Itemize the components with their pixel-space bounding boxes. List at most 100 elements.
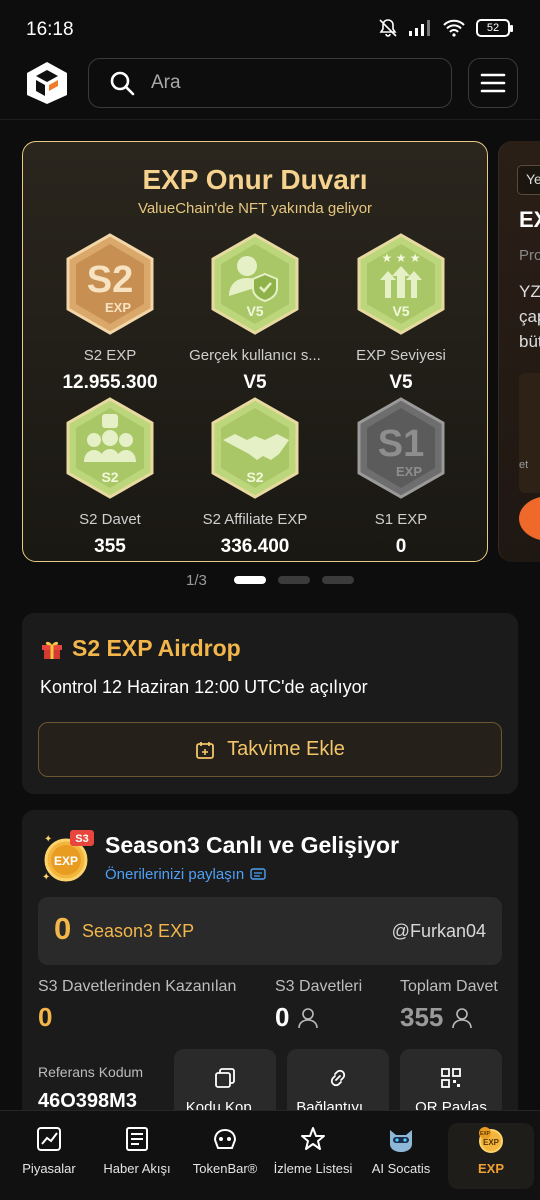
season-exp-label: Season3 EXP [82, 921, 195, 941]
pager-label: 1/3 [186, 572, 207, 589]
tab-label: AI Socatis [371, 1161, 431, 1176]
badge-value: 12.955.300 [62, 372, 158, 393]
peek-chip: Ye [517, 165, 540, 195]
tokenbar-icon [213, 1128, 237, 1149]
tab-exp[interactable]: EXP EXP EXP [448, 1123, 534, 1189]
s1-exp-badge-icon: S1 EXP [357, 397, 445, 499]
share-suggestions-link[interactable]: Önerilerinizi paylaşın [105, 866, 266, 883]
exp-level-badge-icon: ★ ★ ★ V5 [357, 233, 445, 335]
stat-value[interactable]: 355 [400, 1002, 473, 1033]
signal-icon [409, 20, 430, 36]
badge-hex-sub: EXP [396, 464, 422, 479]
peek-line: çap [519, 307, 540, 326]
tab-label: EXP [477, 1161, 504, 1176]
tab-tokenbar[interactable]: TokenBar® [180, 1123, 270, 1189]
peek-line: büt [519, 332, 540, 351]
badge-exp-level[interactable]: ★ ★ ★ V5 EXP Seviyesi V5 [328, 232, 474, 394]
wifi-icon [443, 19, 465, 37]
stat-label: S3 Davetleri [275, 978, 363, 995]
star-icon [301, 1127, 325, 1150]
peek-panel: et [519, 373, 540, 493]
feedback-icon [250, 867, 266, 880]
carousel-pager: 1/3 [0, 570, 540, 590]
user-icon [298, 1007, 319, 1028]
badge-label: S2 EXP [83, 347, 137, 364]
peek-small: et [519, 459, 529, 471]
badge-hex-text: S2 [101, 469, 118, 485]
chart-icon [37, 1127, 61, 1151]
s2-exp-badge-icon: S2 EXP [66, 233, 154, 335]
honor-wall-card[interactable]: EXP Onur Duvarı ValueChain'de NFT yakınd… [22, 141, 488, 562]
stat-label: S3 Davetlerinden Kazanılan [38, 978, 237, 995]
next-card-peek[interactable]: Ye EX Pro YZ çap büt et [498, 141, 540, 562]
add-to-calendar-button[interactable]: Takvime Ekle [38, 722, 502, 777]
tab-label: TokenBar® [192, 1161, 258, 1176]
badge-hex-text: V5 [246, 303, 263, 319]
status-icons: 52 [378, 18, 513, 38]
badge-hex-text: S2 [246, 469, 263, 485]
copy-icon [215, 1068, 235, 1088]
badge-label: S1 EXP [374, 511, 428, 528]
tab-news-feed[interactable]: Haber Akışı [92, 1123, 182, 1189]
tab-label: İzleme Listesi [273, 1161, 353, 1176]
stat-value[interactable]: 0 [275, 1002, 319, 1033]
badge-hex-text: S1 [378, 423, 424, 465]
badge-s2-exp[interactable]: S2 EXP S2 EXP 12.955.300 [37, 232, 183, 394]
svg-text:✦: ✦ [42, 872, 50, 883]
season-card: S3 EXP ✦ ✦ Season3 Canlı ve Gelişiyor Ön… [22, 810, 518, 1130]
badge-value: V5 [243, 372, 267, 393]
badge-label: S2 Affiliate EXP [202, 511, 308, 528]
app-logo[interactable] [24, 60, 70, 106]
pager-dot-active[interactable] [234, 576, 266, 584]
badge-value: 355 [94, 536, 126, 557]
svg-text:★ ★ ★: ★ ★ ★ [382, 251, 421, 265]
bell-muted-icon [379, 19, 397, 37]
airdrop-description: Kontrol 12 Haziran 12:00 UTC'de açılıyor [40, 677, 368, 697]
tab-markets[interactable]: Piyasalar [4, 1123, 94, 1189]
season-exp-row: 0 Season3 EXP @Furkan04 [38, 897, 502, 965]
logo-icon [27, 62, 67, 104]
svg-text:EXP: EXP [480, 1131, 491, 1137]
search-placeholder: Ara [151, 72, 181, 93]
svg-text:EXP: EXP [483, 1138, 500, 1147]
svg-text:✦: ✦ [44, 834, 52, 845]
status-bar: 16:18 52 [0, 0, 540, 58]
search-bar[interactable]: Ara [88, 58, 452, 108]
tab-ai-socatis[interactable]: AI Socatis [356, 1123, 446, 1189]
season3-medal-icon: S3 EXP ✦ ✦ [42, 830, 94, 883]
tab-watchlist[interactable]: İzleme Listesi [268, 1123, 358, 1189]
gift-icon [42, 641, 62, 659]
peek-title: EX [519, 207, 540, 232]
share-suggestions-label: Önerilerinizi paylaşın [105, 866, 245, 883]
badge-hex-text: S2 [87, 259, 133, 301]
badge-s2-affiliate[interactable]: S2 S2 Affiliate EXP 336.400 [182, 396, 328, 558]
add-to-calendar-label: Takvime Ekle [227, 738, 345, 760]
peek-subtitle: Pro [519, 247, 540, 264]
medal-text: EXP [54, 854, 78, 868]
peek-orange-button[interactable] [519, 496, 540, 541]
badge-s1-exp[interactable]: S1 EXP S1 EXP 0 [328, 396, 474, 558]
menu-button[interactable] [468, 58, 518, 108]
tab-label: Haber Akışı [103, 1161, 171, 1176]
tab-label: Piyasalar [22, 1161, 76, 1176]
airdrop-title-row: S2 EXP Airdrop [40, 635, 241, 662]
peek-text: YZ çap büt [519, 279, 540, 354]
news-icon [126, 1127, 148, 1151]
bottom-navigation: Piyasalar Haber Akışı TokenBar® İzleme L… [0, 1110, 540, 1200]
season-exp-value: 0 [54, 911, 72, 946]
app-header: Ara [0, 58, 540, 120]
s2-invite-badge-icon: S2 [66, 397, 154, 499]
badge-verified-user[interactable]: V5 Gerçek kullanıcı s... V5 [182, 232, 328, 394]
badge-s2-invite[interactable]: S2 S2 Davet 355 [37, 396, 183, 558]
stat-value-text: 0 [38, 1002, 53, 1032]
status-time: 16:18 [26, 19, 74, 40]
username: @Furkan04 [391, 921, 486, 941]
stat-value: 0 [38, 1002, 52, 1033]
peek-line: YZ [519, 282, 540, 301]
stat-value-text: 355 [400, 1002, 444, 1032]
calendar-icon [196, 741, 214, 759]
stat-value-text: 0 [275, 1002, 290, 1032]
verified-user-badge-icon: V5 [211, 233, 299, 335]
pager-dot[interactable] [278, 576, 310, 584]
pager-dot[interactable] [322, 576, 354, 584]
